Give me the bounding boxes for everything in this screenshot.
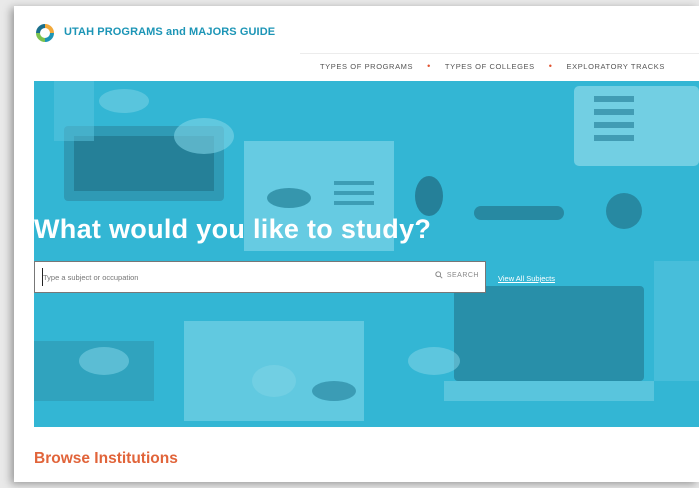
nav-separator: •	[427, 61, 431, 71]
nav-exploratory-tracks[interactable]: EXPLORATORY TRACKS	[566, 62, 664, 71]
header: UTAH PROGRAMS and MAJORS GUIDE	[14, 6, 699, 54]
main-nav: TYPES OF PROGRAMS • TYPES OF COLLEGES • …	[320, 56, 665, 76]
hero-background-image	[34, 81, 699, 421]
magnifier-icon	[435, 271, 443, 279]
hero-banner: What would you like to study? SEARCH Vie…	[34, 81, 699, 427]
search-box: SEARCH	[34, 261, 486, 293]
hero-title: What would you like to study?	[34, 214, 432, 244]
swirl-logo-icon[interactable]	[34, 22, 56, 44]
nav-separator: •	[548, 61, 553, 71]
browse-institutions-heading: Browse Institutions	[34, 450, 178, 467]
header-divider	[300, 53, 699, 54]
nav-types-of-programs[interactable]: TYPES OF PROGRAMS	[320, 62, 413, 71]
search-button[interactable]: SEARCH	[435, 271, 479, 279]
view-all-subjects-link[interactable]: View All Subjects	[498, 274, 555, 283]
site-title[interactable]: UTAH PROGRAMS and MAJORS GUIDE	[64, 26, 275, 38]
nav-types-of-colleges[interactable]: TYPES OF COLLEGES	[445, 62, 535, 71]
page: UTAH PROGRAMS and MAJORS GUIDE TYPES OF …	[14, 6, 699, 482]
search-button-label: SEARCH	[446, 271, 479, 279]
search-input[interactable]	[42, 268, 423, 286]
